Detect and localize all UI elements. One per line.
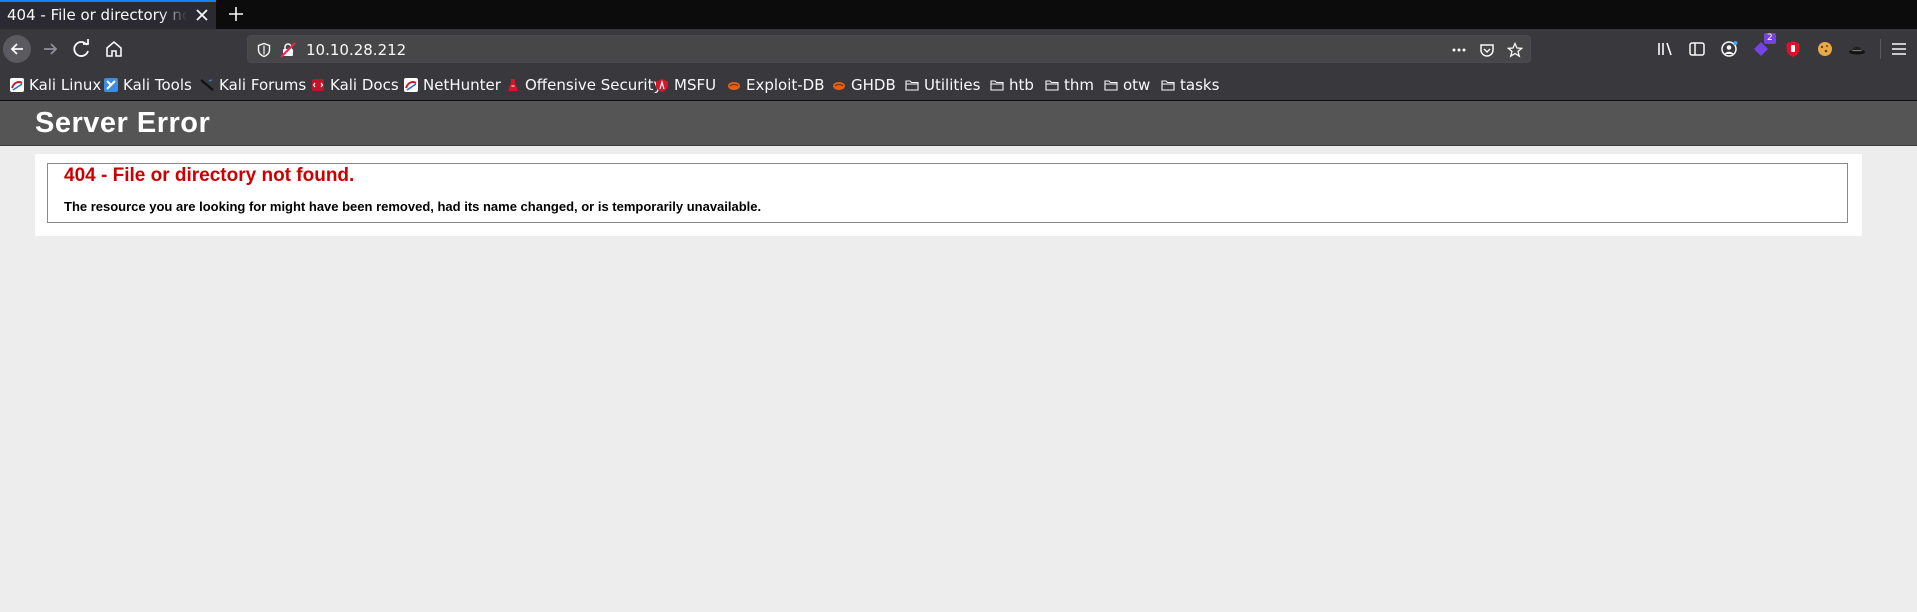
insecure-lock-icon[interactable] xyxy=(280,42,296,58)
bookmark-label: Offensive Security xyxy=(525,76,663,94)
forward-icon[interactable] xyxy=(37,36,63,62)
extension-badge: 2 xyxy=(1764,33,1776,44)
bookmark-label: Kali Docs xyxy=(330,76,399,94)
back-arrow-icon xyxy=(10,43,23,55)
more-actions-icon[interactable] xyxy=(1451,42,1467,58)
bookmark-folder-otw[interactable]: otw xyxy=(1104,76,1150,94)
home-icon[interactable] xyxy=(101,36,127,62)
page-header: Server Error xyxy=(0,101,1917,146)
cookie-icon[interactable] xyxy=(1816,40,1834,58)
folder-icon xyxy=(1045,80,1059,91)
pocket-icon[interactable] xyxy=(1479,42,1495,58)
back-button[interactable] xyxy=(3,35,31,63)
tab-title: 404 - File or directory not found. xyxy=(7,6,187,24)
bookmark-nethunter[interactable]: NetHunter xyxy=(404,76,501,94)
nethunter-icon xyxy=(404,78,418,92)
exploit-db-icon xyxy=(728,82,740,90)
bookmark-label: MSFU xyxy=(674,76,717,94)
bookmarks-toolbar: Kali Linux Kali Tools Kali Forums Kali D… xyxy=(0,69,1917,101)
bookmark-label: Kali Linux xyxy=(29,76,102,94)
msfu-icon xyxy=(656,79,668,92)
bookmark-label: Kali Forums xyxy=(219,76,307,94)
bookmark-label: Utilities xyxy=(924,76,981,94)
error-content-box: 404 - File or directory not found. The r… xyxy=(35,154,1862,236)
bookmark-star-icon[interactable] xyxy=(1507,42,1523,58)
bookmark-ghdb[interactable]: GHDB xyxy=(832,76,896,94)
new-tab-icon[interactable] xyxy=(228,6,244,22)
bookmark-folder-htb[interactable]: htb xyxy=(990,76,1034,94)
bookmark-label: Exploit-DB xyxy=(746,76,825,94)
bookmark-folder-thm[interactable]: thm xyxy=(1045,76,1094,94)
folder-icon xyxy=(990,80,1004,91)
toolbar-divider xyxy=(1880,39,1881,59)
bookmark-label: otw xyxy=(1123,76,1151,94)
bookmark-label: GHDB xyxy=(851,76,896,94)
page-title: Server Error xyxy=(35,107,211,139)
bookmark-exploit-db[interactable]: Exploit-DB xyxy=(727,76,825,94)
error-description: The resource you are looking for might h… xyxy=(64,199,762,214)
offsec-icon xyxy=(508,79,518,91)
reload-icon[interactable] xyxy=(69,36,95,62)
kali-docs-icon xyxy=(312,79,324,91)
folder-icon xyxy=(1104,80,1118,91)
bookmark-label: Kali Tools xyxy=(123,76,192,94)
ghdb-icon xyxy=(833,82,845,90)
bookmark-kali-forums[interactable]: Kali Forums xyxy=(200,76,306,94)
kali-tools-icon xyxy=(104,78,118,92)
bookmark-msfu[interactable]: MSFU xyxy=(655,76,716,94)
hamburger-menu-icon[interactable] xyxy=(1890,40,1908,58)
kali-icon xyxy=(10,78,24,92)
bookmark-label: NetHunter xyxy=(423,76,501,94)
shield-icon[interactable] xyxy=(256,42,272,58)
page-content: Server Error 404 - File or directory not… xyxy=(0,101,1917,612)
sidebar-icon[interactable] xyxy=(1688,40,1706,58)
kali-forums-icon xyxy=(200,79,214,91)
ublock-icon[interactable] xyxy=(1784,40,1802,58)
hat-icon[interactable] xyxy=(1848,40,1866,58)
url-bar[interactable]: 10.10.28.212 xyxy=(247,35,1531,63)
tab-active[interactable]: 404 - File or directory not found. xyxy=(0,0,216,29)
account-icon[interactable] xyxy=(1720,40,1738,58)
url-text[interactable]: 10.10.28.212 xyxy=(306,41,406,59)
library-icon[interactable] xyxy=(1656,40,1674,58)
bookmark-label: htb xyxy=(1009,76,1034,94)
bookmark-label: tasks xyxy=(1180,76,1220,94)
bookmark-folder-tasks[interactable]: tasks xyxy=(1161,76,1219,94)
error-fieldset: 404 - File or directory not found. The r… xyxy=(47,163,1848,223)
navigation-toolbar: 10.10.28.212 2 xyxy=(0,29,1917,69)
bookmark-label: thm xyxy=(1064,76,1094,94)
error-title: 404 - File or directory not found. xyxy=(64,165,355,186)
bookmark-kali-linux[interactable]: Kali Linux xyxy=(10,76,101,94)
folder-icon xyxy=(905,80,919,91)
bookmark-kali-docs[interactable]: Kali Docs xyxy=(311,76,399,94)
bookmark-folder-utilities[interactable]: Utilities xyxy=(905,76,980,94)
folder-icon xyxy=(1161,80,1175,91)
close-icon[interactable] xyxy=(196,9,208,21)
bookmark-kali-tools[interactable]: Kali Tools xyxy=(104,76,192,94)
tab-strip: 404 - File or directory not found. xyxy=(0,0,1917,29)
bookmark-offensive-security[interactable]: Offensive Security xyxy=(506,76,662,94)
